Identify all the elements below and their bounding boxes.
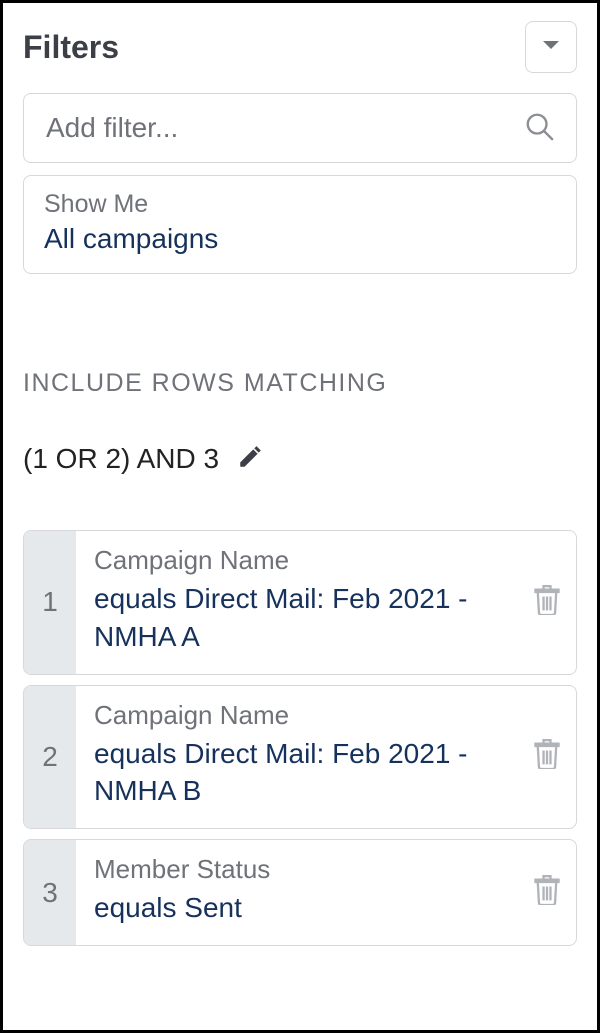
trash-icon bbox=[533, 585, 561, 620]
filter-index: 2 bbox=[24, 686, 76, 829]
delete-filter-button[interactable] bbox=[518, 840, 576, 945]
filter-list: 1 Campaign Name equals Direct Mail: Feb … bbox=[23, 530, 577, 946]
filter-condition: equals Sent bbox=[94, 889, 500, 927]
show-me-selector[interactable]: Show Me All campaigns bbox=[23, 175, 577, 274]
filter-field-label: Member Status bbox=[94, 854, 500, 885]
add-filter-box[interactable] bbox=[23, 93, 577, 163]
show-me-value: All campaigns bbox=[44, 223, 556, 255]
trash-icon bbox=[533, 875, 561, 910]
filter-condition: equals Direct Mail: Feb 2021 - NMHA A bbox=[94, 580, 500, 656]
filters-header: Filters bbox=[23, 21, 577, 73]
filter-logic-row: (1 OR 2) AND 3 bbox=[23, 443, 577, 475]
filter-body: Member Status equals Sent bbox=[76, 840, 518, 945]
chevron-down-icon bbox=[541, 38, 561, 57]
filter-field-label: Campaign Name bbox=[94, 545, 500, 576]
filter-body: Campaign Name equals Direct Mail: Feb 20… bbox=[76, 531, 518, 674]
filter-row[interactable]: 3 Member Status equals Sent bbox=[23, 839, 577, 946]
delete-filter-button[interactable] bbox=[518, 531, 576, 674]
pencil-icon[interactable] bbox=[237, 444, 263, 475]
spacer bbox=[23, 274, 577, 369]
filters-title: Filters bbox=[23, 29, 119, 66]
add-filter-input[interactable] bbox=[46, 112, 524, 144]
filter-row[interactable]: 2 Campaign Name equals Direct Mail: Feb … bbox=[23, 685, 577, 830]
filter-index: 3 bbox=[24, 840, 76, 945]
filter-logic-expression: (1 OR 2) AND 3 bbox=[23, 443, 219, 475]
filter-index: 1 bbox=[24, 531, 76, 674]
trash-icon bbox=[533, 739, 561, 774]
filters-menu-button[interactable] bbox=[525, 21, 577, 73]
filter-condition: equals Direct Mail: Feb 2021 - NMHA B bbox=[94, 735, 500, 811]
filter-field-label: Campaign Name bbox=[94, 700, 500, 731]
filter-body: Campaign Name equals Direct Mail: Feb 20… bbox=[76, 686, 518, 829]
match-rows-heading: Include Rows Matching bbox=[23, 369, 577, 398]
show-me-label: Show Me bbox=[44, 190, 556, 219]
filter-row[interactable]: 1 Campaign Name equals Direct Mail: Feb … bbox=[23, 530, 577, 675]
delete-filter-button[interactable] bbox=[518, 686, 576, 829]
search-icon bbox=[524, 111, 554, 146]
